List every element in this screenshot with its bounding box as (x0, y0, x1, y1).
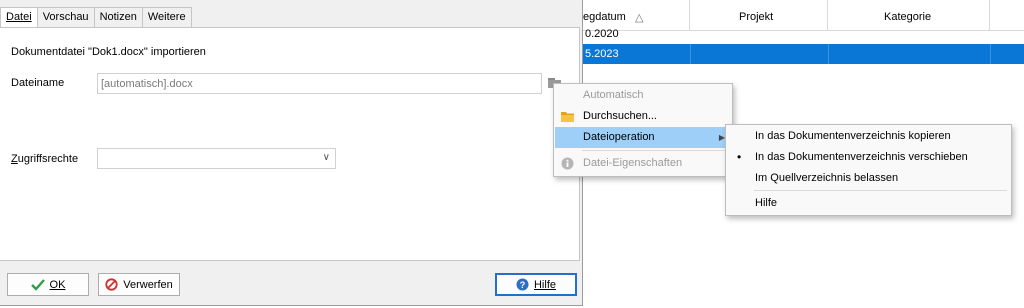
help-icon: ? (516, 278, 529, 291)
chevron-down-icon: ∨ (322, 152, 330, 163)
menu-item-label: Datei-Eigenschaften (583, 157, 683, 169)
menu-separator (754, 190, 1007, 191)
filename-field[interactable]: [automatisch].docx (97, 73, 542, 94)
access-rights-label: Zugriffsrechte (11, 153, 79, 165)
info-icon (561, 157, 574, 170)
submenu-item-help[interactable]: Hilfe (727, 193, 1010, 214)
row-date: 5.2023 (585, 48, 619, 60)
filename-label: Dateiname (11, 77, 65, 89)
ok-button-label: OK (49, 278, 66, 291)
menu-item-dateioperation[interactable]: Dateioperation ▶ (555, 127, 731, 148)
column-header-label: Projekt (739, 11, 774, 23)
menu-item-label: In das Dokumentenverzeichnis verschieben (755, 151, 968, 163)
row-date: 0.2020 (585, 28, 619, 40)
cancel-icon (105, 278, 118, 291)
table-row-selected[interactable]: 5.2023 (565, 44, 1024, 64)
discard-button-label: Verwerfen (123, 278, 173, 291)
menu-item-label: In das Dokumentenverzeichnis kopieren (755, 130, 951, 142)
menu-item-label: Hilfe (755, 197, 778, 209)
ok-button[interactable]: OK (7, 273, 89, 296)
help-button[interactable]: ? Hilfe (495, 273, 577, 296)
tab-bar: Datei Vorschau Notizen Weitere (0, 7, 192, 28)
column-divider (828, 44, 829, 64)
discard-button[interactable]: Verwerfen (98, 273, 180, 296)
submenu-item-move[interactable]: • In das Dokumentenverzeichnis verschieb… (727, 147, 1010, 168)
tab-label: Weitere (147, 11, 186, 23)
sort-ascending-icon: △ (635, 12, 644, 24)
column-header-label: egdatum (583, 11, 626, 23)
tab-weitere[interactable]: Weitere (141, 7, 192, 27)
menu-item-durchsuchen[interactable]: Durchsuchen... (555, 106, 731, 127)
menu-item-label: Dateioperation (583, 131, 655, 143)
menu-separator (582, 150, 728, 151)
table-row[interactable]: 0.2020 (565, 24, 1024, 44)
checkmark-icon (30, 278, 45, 291)
folder-icon (561, 112, 574, 122)
tab-label: Vorschau (42, 11, 89, 23)
tab-label: Datei (6, 11, 32, 23)
menu-item-label: Im Quellverzeichnis belassen (755, 172, 899, 184)
tab-label: Notizen (99, 11, 137, 23)
column-header-label: Kategorie (884, 11, 932, 23)
menu-item-datei-eigenschaften[interactable]: Datei-Eigenschaften (555, 153, 731, 174)
column-divider (990, 44, 991, 64)
submenu-item-keep[interactable]: Im Quellverzeichnis belassen (727, 168, 1010, 189)
access-rights-select[interactable]: ∨ (97, 148, 336, 169)
import-heading: Dokumentdatei "Dok1.docx" importieren (11, 46, 206, 58)
menu-item-label: Automatisch (583, 89, 644, 101)
svg-text:?: ? (520, 280, 526, 290)
file-context-menu: Automatisch Durchsuchen... Dateioperatio… (553, 83, 733, 177)
filename-value: [automatisch].docx (101, 78, 193, 90)
import-dialog: Datei Vorschau Notizen Weitere Dokumentd… (0, 0, 583, 306)
menu-item-automatisch[interactable]: Automatisch (555, 85, 731, 106)
column-divider (690, 44, 691, 64)
file-operation-submenu: In das Dokumentenverzeichnis kopieren • … (725, 124, 1012, 216)
tab-notizen[interactable]: Notizen (93, 7, 143, 27)
tab-datei[interactable]: Datei (0, 7, 38, 28)
submenu-item-copy[interactable]: In das Dokumentenverzeichnis kopieren (727, 126, 1010, 147)
tab-panel-datei: Dokumentdatei "Dok1.docx" importieren Da… (0, 27, 580, 261)
help-button-label: Hilfe (533, 278, 556, 291)
menu-item-label: Durchsuchen... (583, 110, 657, 122)
radio-bullet-icon: • (737, 150, 742, 164)
tab-vorschau[interactable]: Vorschau (36, 7, 95, 27)
